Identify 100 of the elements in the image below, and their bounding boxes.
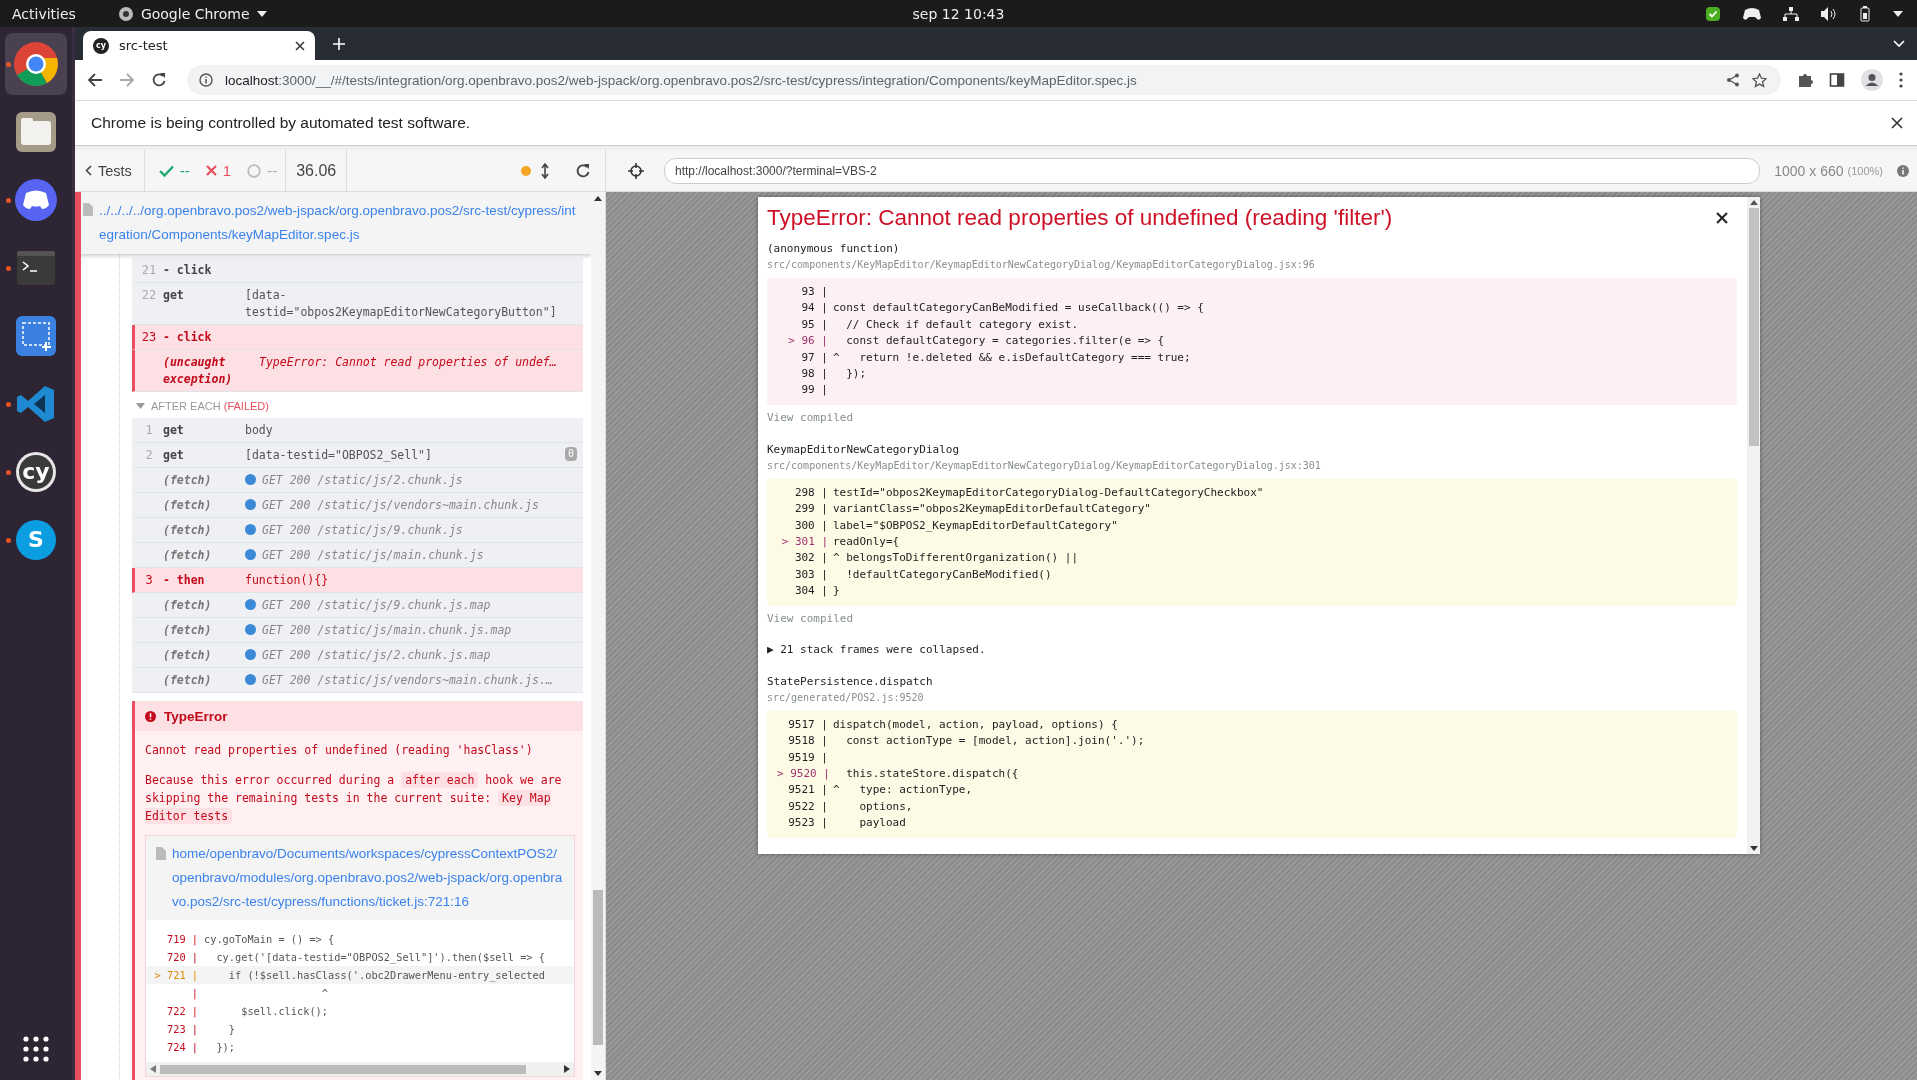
- app-grid-icon[interactable]: [23, 1036, 49, 1062]
- caret-icon[interactable]: [1893, 10, 1903, 17]
- command-row[interactable]: (uncaught exception) TypeError: Cannot read properties of undef…: [132, 350, 583, 392]
- battery-icon[interactable]: [1859, 5, 1871, 22]
- code-line: }: [227, 1022, 235, 1037]
- command-row[interactable]: 3 - then function(){}: [132, 568, 583, 593]
- code-line: !defaultCategoryCanBeModified(): [845, 566, 1052, 583]
- browser-tab[interactable]: cy src-test: [83, 31, 315, 60]
- code-line: label="$OBPOS2_KeymapEditorDefaultCategory": [833, 517, 1118, 534]
- reload-icon[interactable]: [151, 72, 167, 88]
- share-icon[interactable]: [1726, 73, 1740, 87]
- viewport-size: 1000 x 660: [1774, 162, 1844, 179]
- shield-check-icon[interactable]: [1705, 5, 1721, 22]
- vertical-scrollbar[interactable]: [591, 192, 605, 1080]
- gamepad-icon[interactable]: [1743, 6, 1761, 21]
- hook-header[interactable]: AFTER EACH (FAILED): [132, 392, 583, 418]
- stack-file: src/components/KeyMapEditor/KeymapEditorNewCategoryDialog/KeymapEditorCategoryDialog.jsx:96: [767, 258, 1316, 272]
- command-row[interactable]: (fetch) GET 200 /static/js/9.chunk.js: [132, 518, 583, 543]
- scroll-up-icon[interactable]: [594, 196, 602, 201]
- dock-item[interactable]: cy: [5, 441, 67, 503]
- code-line: cy.get('[data-testid="OBPOS2_Sell"]').then($sell => {: [215, 950, 545, 966]
- spec-file-link[interactable]: ../../../../org.openbravo.pos2/web-jspack/org.openbravo.pos2/src-test/cypress/integration/Components/keyMapEditor.spec.js: [99, 199, 579, 247]
- command-row[interactable]: (fetch) GET 200 /static/js/vendors~main.chunk.js.…: [132, 668, 583, 693]
- scroll-left-icon[interactable]: [150, 1065, 156, 1073]
- file-icon: [83, 203, 93, 216]
- horizontal-scrollbar[interactable]: [146, 1062, 574, 1076]
- activities-button[interactable]: Activities: [12, 5, 76, 22]
- pending-count: --: [267, 162, 278, 179]
- code-line: });: [845, 366, 867, 383]
- tests-back-button[interactable]: Tests: [75, 150, 145, 191]
- command-row[interactable]: (fetch) GET 200 /static/js/main.chunk.js.map: [132, 618, 583, 643]
- command-row[interactable]: 2 get [data-testid="OBPOS2_Sell"] 0: [132, 443, 583, 468]
- command-row[interactable]: 22 get [data-testid="obpos2KeymapEditorNewCategoryButton"]: [132, 283, 583, 325]
- code-line: cy.goToMain = () => {: [204, 932, 335, 947]
- close-icon[interactable]: [1891, 117, 1903, 129]
- code-line: readOnly={: [833, 534, 900, 551]
- scroll-right-icon[interactable]: [564, 1065, 570, 1073]
- dock-item[interactable]: S: [5, 509, 67, 571]
- scroll-up-icon[interactable]: [1749, 200, 1758, 205]
- spinner-icon: [247, 163, 262, 178]
- file-icon: [156, 847, 166, 860]
- error-overlay-title: TypeError: Cannot read properties of undefined (reading 'filter'): [767, 205, 1393, 231]
- puzzle-icon[interactable]: [1797, 72, 1813, 88]
- url-text: localhost:3000/__/#/tests/integration/org.openbravo.pos2/web-jspack/org.openbravo.pos2/src-test/cypress/integration/Components/keyMapEditor.spec.js: [225, 72, 1137, 88]
- clock[interactable]: sep 12 10:43: [912, 5, 1005, 22]
- scrollbar-thumb[interactable]: [160, 1064, 526, 1074]
- viewport-scale: (100%): [1847, 164, 1883, 177]
- address-bar[interactable]: localhost:3000/__/#/tests/integration/org.openbravo.pos2/web-jspack/org.openbravo.pos2/src-test/cypress/integration/Components/keyMapEditor.spec.js: [187, 65, 1781, 95]
- folder-icon: [16, 112, 56, 152]
- rerun-icon[interactable]: [575, 162, 591, 179]
- view-compiled-link[interactable]: View compiled: [767, 410, 1737, 424]
- command-row[interactable]: (fetch) GET 200 /static/js/main.chunk.js: [132, 543, 583, 568]
- back-icon[interactable]: [87, 72, 103, 88]
- command-row[interactable]: 21 - click: [132, 258, 583, 283]
- scroll-down-icon[interactable]: [1749, 846, 1758, 851]
- circle-logo: [15, 519, 57, 561]
- scroll-down-icon[interactable]: [594, 1071, 602, 1076]
- info-icon[interactable]: [1897, 164, 1909, 177]
- stack-function: StatePersistence.dispatch: [767, 673, 934, 690]
- close-icon[interactable]: [295, 40, 305, 51]
- app-url-field[interactable]: http://localhost:3000/?terminal=VBS-2: [664, 157, 1761, 184]
- line-number: 300 |: [793, 517, 829, 534]
- close-icon[interactable]: [1715, 211, 1729, 225]
- line-number: 9517 |: [787, 716, 829, 733]
- check-icon: [158, 164, 174, 177]
- command-row[interactable]: 23 - click: [132, 325, 583, 350]
- line-number: > 721 |: [153, 968, 199, 984]
- dock-item[interactable]: [5, 33, 67, 95]
- side-panel-icon[interactable]: [1829, 72, 1845, 88]
- app-menu[interactable]: Google Chrome: [117, 5, 267, 22]
- failed-count: 1: [222, 162, 232, 179]
- new-tab-icon[interactable]: [333, 37, 345, 50]
- line-number: 98 |: [800, 366, 829, 383]
- line-number: 97 |: [800, 349, 829, 366]
- line-number: 298 |: [793, 484, 829, 501]
- code-line: ^ belongsToDifferentOrganization() ||: [833, 550, 1079, 567]
- code-line: $sell.click();: [240, 1004, 328, 1019]
- command-row[interactable]: (fetch) GET 200 /static/js/9.chunk.js.map: [132, 593, 583, 618]
- scrollbar-thumb[interactable]: [593, 890, 603, 1045]
- command-row[interactable]: (fetch) GET 200 /static/js/2.chunk.js.map: [132, 643, 583, 668]
- vertical-scrollbar[interactable]: [1747, 197, 1760, 854]
- code-line: }: [833, 583, 840, 600]
- profile-icon[interactable]: [1861, 69, 1883, 91]
- scrollbar-thumb[interactable]: [1748, 208, 1759, 446]
- star-icon[interactable]: [1752, 72, 1767, 88]
- volume-icon[interactable]: [1821, 6, 1837, 21]
- collapsed-frames-toggle[interactable]: ▶ 21 stack frames were collapsed.: [767, 642, 1737, 656]
- command-row[interactable]: 1 get body: [132, 418, 583, 443]
- code-line: variantClass="obpos2KeymapEditorDefaultCategory": [833, 501, 1151, 518]
- info-icon[interactable]: [199, 73, 213, 87]
- command-row[interactable]: (fetch) GET 200 /static/js/2.chunk.js: [132, 468, 583, 493]
- crosshair-icon[interactable]: [628, 162, 644, 179]
- scroll-arrows-icon[interactable]: [541, 162, 549, 179]
- chevron-down-icon[interactable]: [1893, 39, 1905, 48]
- line-number: > 9520 |: [777, 765, 831, 782]
- line-number: 304 |: [793, 583, 829, 600]
- network-icon[interactable]: [1783, 6, 1799, 21]
- command-row[interactable]: (fetch) GET 200 /static/js/vendors~main.chunk.js: [132, 493, 583, 518]
- menu-icon[interactable]: [1899, 72, 1903, 88]
- view-compiled-link[interactable]: View compiled: [767, 611, 1737, 625]
